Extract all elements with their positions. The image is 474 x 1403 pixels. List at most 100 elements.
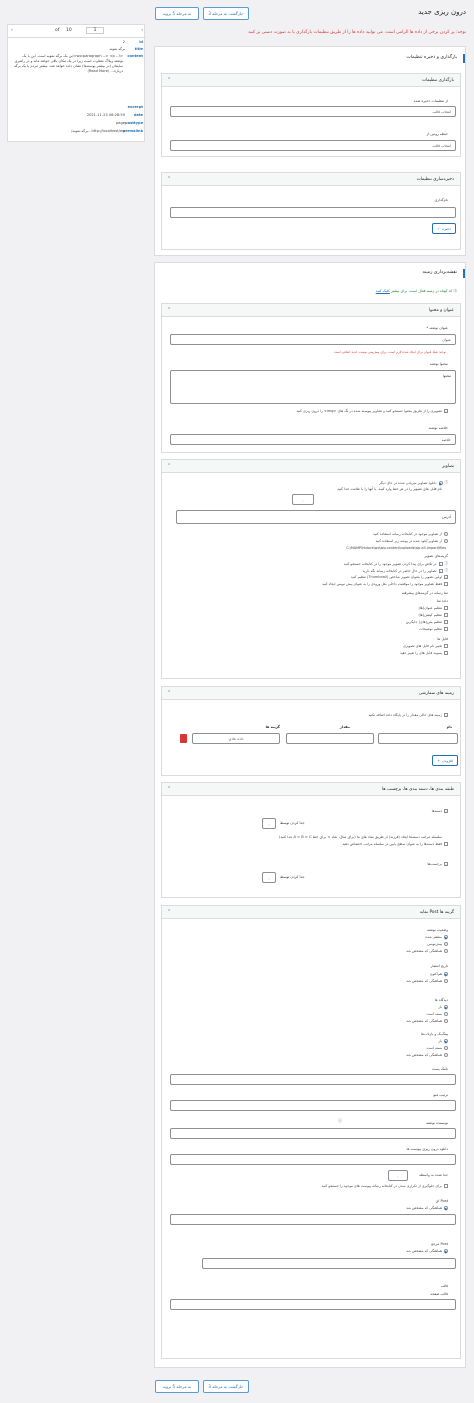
excerpt-input[interactable]: خلاصه bbox=[170, 434, 456, 445]
images-urls-input[interactable]: آدرس bbox=[176, 510, 456, 524]
slug-label: نامک پست bbox=[431, 1067, 448, 1071]
back-step-button-top[interactable]: بازگشت به مرحله 3 › bbox=[203, 7, 249, 20]
comments-open-option[interactable]: ● باز bbox=[438, 1005, 448, 1010]
back-step-button-bottom[interactable]: بازگشت به مرحله 3 › bbox=[203, 1380, 249, 1393]
template-select[interactable]: انتخاب قالب bbox=[170, 140, 456, 151]
collapse-icon[interactable]: ⌃ bbox=[167, 463, 171, 469]
images-separator-input[interactable]: , bbox=[292, 494, 314, 505]
comments-title: دیدگاه ها bbox=[434, 998, 448, 1002]
keep-images-option[interactable]: ⓘ ✓ تصاویر را در حال حاضر در کتابخانه رسان… bbox=[362, 568, 448, 574]
custom-field-type-select[interactable]: داده عادی bbox=[192, 733, 280, 744]
title-required-note: توجه: فیلد عنوان برای ایجاد شده لازم است… bbox=[333, 350, 446, 354]
tag-separator-label: جدا کردن توسط bbox=[280, 875, 305, 879]
collapse-icon[interactable]: ⌃ bbox=[167, 77, 171, 83]
parent-title: Post مرجع bbox=[431, 1242, 448, 1246]
attachments-label: دانلود درون ریزی پیوست ها bbox=[406, 1147, 448, 1151]
download-images-option[interactable]: ⓘ ● دانلود تصاویر میزبانی شده در جای دیگر bbox=[379, 480, 449, 486]
download-images-hint: نام فایل های تصویر را در هر خط وارد کنید… bbox=[337, 487, 442, 491]
post-xpath-input[interactable] bbox=[170, 1214, 456, 1225]
save-name-input[interactable] bbox=[170, 207, 456, 218]
comments-xpath-option[interactable]: هماهنگی که مشخص شد bbox=[406, 1019, 448, 1023]
prev-record-icon[interactable]: ‹ bbox=[141, 28, 143, 33]
date-now-option[interactable]: ● هم‌اکنون bbox=[430, 972, 448, 977]
set-alt-option[interactable]: تنظیم متن(های) جایگزین bbox=[406, 620, 448, 624]
tag-separator-input[interactable]: , bbox=[262, 872, 276, 883]
skip-empty-option[interactable]: ✓ زمینه های خالی مقدار را در پایگاه داده … bbox=[368, 713, 448, 718]
ping-open-option[interactable]: ● باز bbox=[438, 1039, 448, 1044]
lowest-level-option[interactable]: فقط دسته‌ها را به عنوان سطح پایین در سلس… bbox=[342, 842, 448, 846]
saved-settings-select[interactable]: انتخاب قالب bbox=[170, 106, 456, 117]
parent-input[interactable] bbox=[202, 1258, 456, 1269]
date-xpath-option[interactable]: هماهنگی که مشخص شد bbox=[406, 979, 448, 983]
ping-xpath-option[interactable]: هماهنگی که مشخص شد bbox=[406, 1053, 448, 1057]
content-textarea[interactable]: محتوا bbox=[170, 370, 456, 404]
rename-files-option[interactable]: تغییر نام فایل های تصویری bbox=[403, 644, 448, 648]
custom-field-name-input[interactable] bbox=[378, 733, 458, 744]
search-existing-option[interactable]: ⓘ ✓ در تلاش برای پیدا کردن تصویر موجود را … bbox=[344, 561, 448, 567]
next-step-button-top[interactable]: به مرحله 5 بروید bbox=[155, 7, 199, 20]
image-options-title: گزینه‌های تصویر bbox=[424, 554, 448, 558]
name-column-header: نام bbox=[446, 725, 452, 729]
comments-closed-option[interactable]: بسته است bbox=[427, 1012, 448, 1016]
status-title: وضعیت نوشته bbox=[426, 928, 448, 932]
category-separator-label: جدا کردن توسط bbox=[280, 821, 305, 825]
categories-option[interactable]: ✓ دسته‌ها bbox=[432, 809, 448, 814]
set-title-option[interactable]: تنظیم عنوان(ها) bbox=[418, 606, 448, 610]
next-record-icon[interactable]: › bbox=[11, 28, 13, 33]
collapse-icon[interactable]: ⌃ bbox=[167, 690, 171, 696]
author-input[interactable] bbox=[170, 1128, 456, 1139]
media-library-option[interactable]: از تصاویر موجود در کتابخانه رسانه استفاد… bbox=[373, 532, 448, 536]
title-content-title: عنوان و محتوا bbox=[428, 308, 454, 313]
category-separator-input[interactable]: , bbox=[262, 818, 276, 829]
trash-icon[interactable] bbox=[180, 734, 187, 743]
attachments-separator-input[interactable]: , bbox=[388, 1170, 408, 1181]
status-xpath-option[interactable]: هماهنگی که مشخص شد bbox=[406, 949, 448, 953]
meta-draft-option[interactable]: فقط تصاویر موجود را موقعیت داخلی بغل ورو… bbox=[322, 582, 448, 586]
info-icon: ⓵ bbox=[453, 289, 457, 293]
custom-fields-title: زمینه های سفارشی bbox=[418, 691, 454, 696]
menu-order-input[interactable] bbox=[170, 1100, 456, 1111]
status-draft-option[interactable]: پیش‌نویس bbox=[427, 942, 448, 946]
type-column-header: گزینه ها bbox=[265, 725, 280, 729]
status-published-option[interactable]: ● منتشر شده bbox=[425, 935, 448, 940]
add-custom-field-button[interactable]: + افزودن bbox=[432, 755, 458, 766]
pager-total: 10 bbox=[66, 28, 72, 33]
post-title-input[interactable]: عنوان bbox=[170, 334, 456, 345]
change-ext-option[interactable]: پسوند فایل های را تغییر دهید bbox=[400, 651, 448, 655]
content-label: محتوا نوشته bbox=[429, 362, 448, 366]
collapse-icon[interactable]: ⌃ bbox=[167, 176, 171, 182]
chevron-right-icon: › bbox=[241, 1384, 244, 1389]
custom-field-value-input[interactable] bbox=[286, 733, 374, 744]
collapse-icon[interactable]: ⌃ bbox=[167, 786, 171, 792]
tags-option[interactable]: ✓ برچسب‌ها bbox=[427, 862, 448, 867]
attachments-separator-label: جدا شده به واسطه bbox=[419, 1173, 448, 1177]
media-meta-sub: داده متا bbox=[436, 599, 448, 603]
save-settings-button[interactable]: ✓ ذخیره bbox=[432, 223, 456, 234]
other-options-box: گزینه ها Post نمایه ⌃ وضعیت نوشته ● منتشر … bbox=[161, 905, 461, 1359]
saved-settings-label: از تنظیمات ذخیره شده bbox=[413, 99, 448, 103]
page-template-select[interactable] bbox=[170, 1299, 456, 1310]
help-icon: ⓘ bbox=[444, 480, 449, 484]
attachments-input[interactable] bbox=[170, 1154, 456, 1165]
set-desc-option[interactable]: تنظیم توضیحات bbox=[419, 627, 448, 631]
post-xpath-option[interactable]: ● هماهنگی که مشخص شد bbox=[406, 1206, 448, 1211]
collapse-icon[interactable]: ⌃ bbox=[167, 909, 171, 915]
set-caption-option[interactable]: تنظیم کپشن(ها) bbox=[418, 613, 448, 617]
images-box: تصاویر ⌃ ⓘ ● دانلود تصاویر میزبانی شده در ج… bbox=[161, 459, 461, 679]
pager-current-input[interactable]: 1 bbox=[86, 27, 104, 34]
server-folder-path: C:\MAMP\htdocs\wo\wp-content\uploads\wp-… bbox=[346, 546, 446, 550]
server-folder-option[interactable]: از تصاویر آپلود شده در پوشه زیر استفاده … bbox=[375, 539, 448, 543]
parent-xpath-option[interactable]: ● هماهنگی که مشخص شد bbox=[406, 1249, 448, 1254]
help-link[interactable]: کلیک کنید bbox=[376, 289, 390, 293]
next-step-button-bottom[interactable]: به مرحله 5 بروید bbox=[155, 1380, 199, 1393]
first-featured-option[interactable]: ✓ اولین تصویر را بعنوان تصویر شاخص (Thumb… bbox=[351, 575, 448, 580]
slug-input[interactable] bbox=[170, 1074, 456, 1085]
save-settings-title: ذخیره‌سازی تنظیمات bbox=[416, 177, 454, 182]
collapse-icon[interactable]: ⌃ bbox=[167, 307, 171, 313]
attachments-search-option[interactable]: برای جلوگیری از تکراری شدن در کتابخانه ر… bbox=[322, 1184, 448, 1188]
ping-closed-option[interactable]: بسته است bbox=[427, 1046, 448, 1050]
mapping-title: نقشه‌برداری زمینه bbox=[422, 270, 458, 275]
check-icon: ✓ bbox=[437, 226, 441, 231]
pager-of: of bbox=[55, 28, 60, 33]
content-images-option[interactable]: ✓ تصویری را از طریق محتوا جستجو کنید و تص… bbox=[296, 409, 448, 414]
